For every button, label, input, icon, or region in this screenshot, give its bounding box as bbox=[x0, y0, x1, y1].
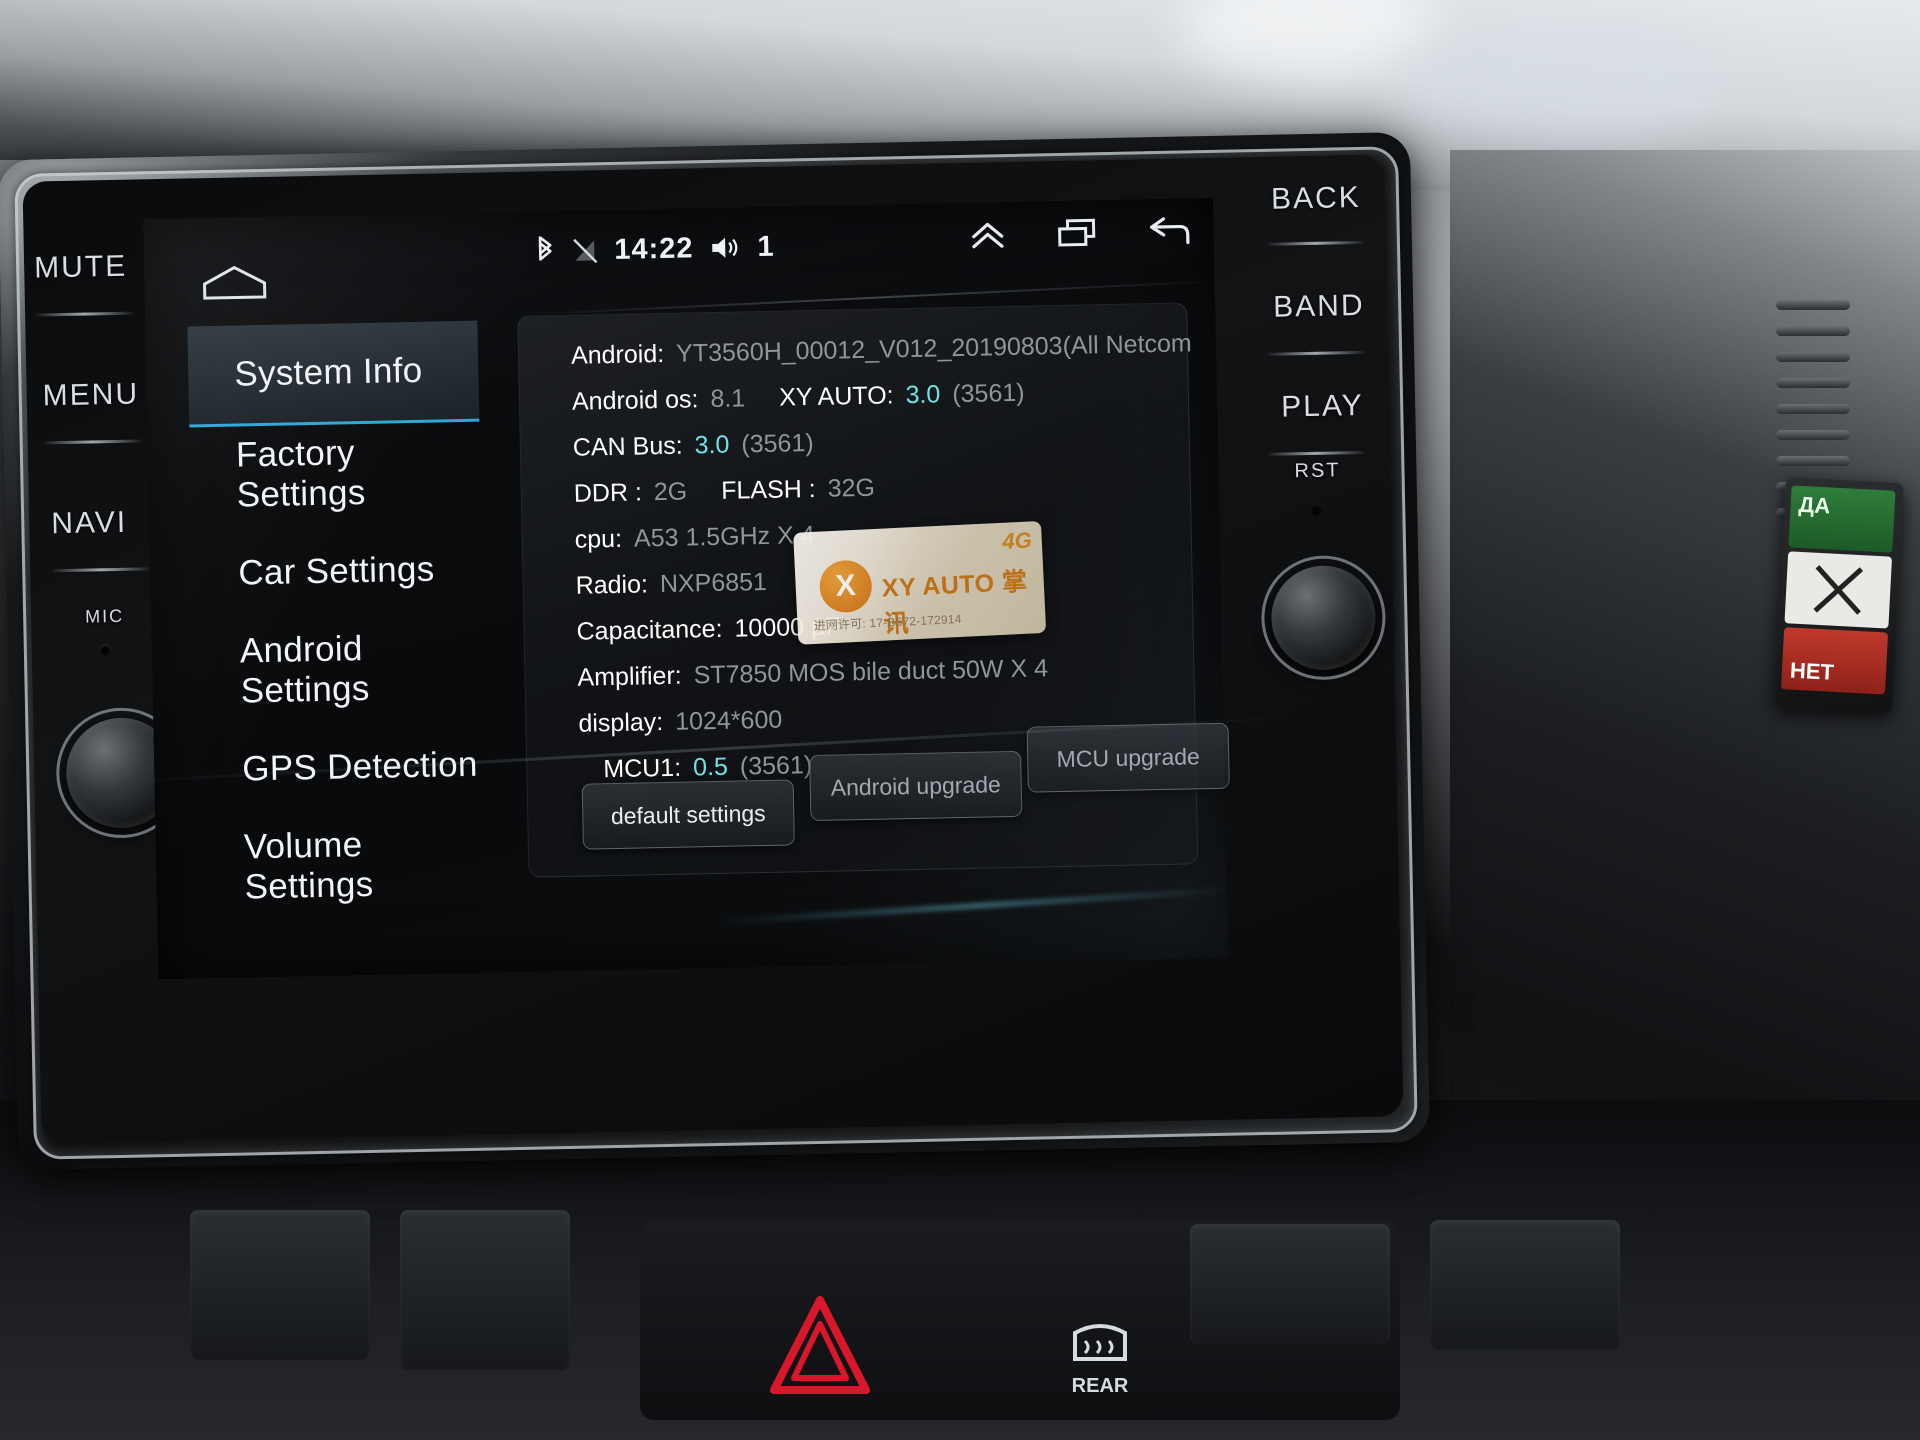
menu-label: Car Settings bbox=[237, 549, 435, 593]
menu-label: Volume Settings bbox=[243, 825, 374, 907]
hardkey-menu[interactable]: MENU bbox=[42, 377, 139, 413]
menu-label: Factory Settings bbox=[235, 433, 367, 515]
action-button-row: default settings Android upgrade MCU upg… bbox=[518, 303, 1230, 876]
button-label: Android upgrade bbox=[830, 770, 1002, 801]
double-chevron-up-icon[interactable] bbox=[967, 218, 1008, 253]
hazard-button[interactable] bbox=[760, 1286, 880, 1404]
settings-menu: System Info Factory Settings Car Setting… bbox=[187, 320, 489, 918]
side-device-no-button[interactable]: НЕТ bbox=[1780, 627, 1889, 695]
status-time: 14:22 bbox=[613, 231, 694, 266]
console-slot-right[interactable] bbox=[1190, 1224, 1390, 1344]
hardkey-back[interactable]: BACK bbox=[1271, 181, 1361, 217]
side-device-yes-label: ДА bbox=[1798, 491, 1831, 519]
system-info-panel: Android: YT3560H_00012_V012_20190803(All… bbox=[517, 302, 1230, 878]
volume-level: 1 bbox=[757, 230, 774, 263]
default-settings-button[interactable]: default settings bbox=[581, 779, 795, 850]
back-arrow-icon[interactable] bbox=[1147, 214, 1192, 249]
hardkey-mute[interactable]: MUTE bbox=[34, 250, 128, 286]
glare-blob-2 bbox=[1390, 20, 1730, 140]
mic-label: MIC bbox=[84, 605, 125, 627]
dashboard-photo: MUTE MENU NAVI MIC BACK BAND PLAY RST 14… bbox=[0, 0, 1920, 1440]
menu-label: System Info bbox=[233, 350, 423, 394]
hardkey-rst[interactable]: RST bbox=[1294, 459, 1340, 483]
side-device: ДА НЕТ bbox=[1774, 477, 1904, 713]
rear-defrost-button[interactable]: REAR bbox=[1040, 1288, 1160, 1398]
menu-item-android-settings[interactable]: Android Settings bbox=[193, 618, 485, 722]
console-slot-far-right[interactable] bbox=[1430, 1220, 1620, 1350]
lcd-screen[interactable]: 14:22 1 System Info Factory Settings Car… bbox=[114, 197, 1294, 980]
android-status-bar: 14:22 1 bbox=[144, 212, 1215, 285]
menu-item-car-settings[interactable]: Car Settings bbox=[191, 520, 483, 624]
button-label: MCU upgrade bbox=[1056, 742, 1201, 772]
status-center-group: 14:22 1 bbox=[534, 230, 774, 268]
bluetooth-icon bbox=[534, 236, 557, 266]
menu-label: Android Settings bbox=[239, 629, 370, 711]
head-unit-bezel: MUTE MENU NAVI MIC BACK BAND PLAY RST 14… bbox=[0, 131, 1430, 1171]
volume-icon bbox=[709, 233, 742, 262]
menu-item-factory-settings[interactable]: Factory Settings bbox=[189, 422, 481, 526]
menu-item-gps-detection[interactable]: GPS Detection bbox=[195, 716, 487, 820]
console-slot-center-left[interactable] bbox=[400, 1210, 570, 1370]
menu-item-system-info[interactable]: System Info bbox=[187, 320, 480, 428]
rear-defrost-label: REAR bbox=[1071, 1375, 1129, 1397]
menu-label: GPS Detection bbox=[241, 744, 479, 789]
hardkey-band[interactable]: BAND bbox=[1273, 289, 1365, 325]
console-slot-left[interactable] bbox=[190, 1210, 370, 1360]
hazard-triangle-icon bbox=[760, 1296, 880, 1408]
hardkey-navi[interactable]: NAVI bbox=[51, 506, 127, 542]
status-nav-group bbox=[967, 214, 1192, 252]
hardkey-play[interactable]: PLAY bbox=[1281, 389, 1364, 425]
recents-icon[interactable] bbox=[1055, 216, 1100, 251]
side-device-display bbox=[1784, 551, 1893, 629]
side-device-yes-button[interactable]: ДА bbox=[1788, 485, 1896, 553]
side-device-no-label: НЕТ bbox=[1789, 657, 1835, 685]
screen-glare-streak-3 bbox=[717, 886, 1237, 925]
rear-defrost-icon bbox=[1065, 1313, 1135, 1375]
android-upgrade-button[interactable]: Android upgrade bbox=[809, 750, 1023, 822]
button-label: default settings bbox=[610, 799, 766, 829]
home-icon[interactable] bbox=[200, 263, 269, 304]
signal-off-icon bbox=[572, 236, 599, 265]
mcu-upgrade-button[interactable]: MCU upgrade bbox=[1026, 722, 1230, 793]
menu-item-volume-settings[interactable]: Volume Settings bbox=[197, 814, 489, 918]
